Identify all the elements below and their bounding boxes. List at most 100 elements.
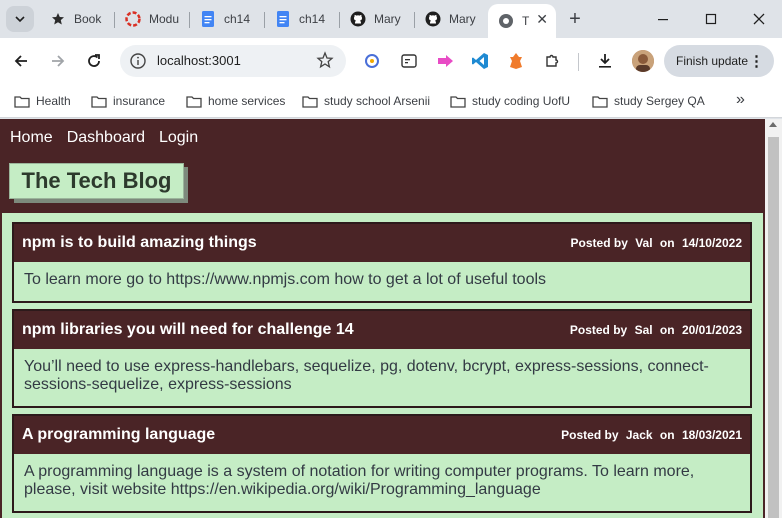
post-title: npm libraries you will need for challeng… [22,321,354,338]
post-date: 20/01/2023 [681,323,742,337]
github-icon [425,11,441,27]
scroll-up-icon[interactable] [769,122,777,127]
browser-window: Book Modu ch14 ch14 Mary Mary T ✕ + loca… [0,0,782,518]
site-brand: The Tech Blog [9,163,184,199]
bookmark-star-icon[interactable] [316,51,334,69]
maximize-icon [705,13,717,25]
tab-label: Mary [449,12,476,26]
tab-label: Modu [149,12,180,26]
downloads-icon[interactable] [594,50,616,72]
finish-update-button[interactable]: Finish update ⋮ [664,45,774,77]
tab-label: ch14 [299,12,326,26]
docs-icon [275,11,291,27]
extension-arrow-icon[interactable] [434,50,456,72]
tab-active[interactable]: T ✕ [488,4,556,38]
back-button[interactable] [8,48,34,74]
post-date: 14/10/2022 [681,236,742,250]
minimize-icon [658,19,668,21]
tab-search-button[interactable] [6,6,34,32]
new-tab-button[interactable]: + [564,8,586,30]
maximize-button[interactable] [688,0,734,38]
close-window-button[interactable] [736,0,782,38]
folder-icon [14,95,30,108]
github-icon [350,11,366,27]
tab-label: ch14 [224,12,251,26]
folder-icon [592,95,608,108]
tab-github-2[interactable]: Mary [415,5,487,33]
finish-update-label: Finish update [676,54,749,68]
scrollbar-thumb[interactable] [768,137,779,518]
post-body: A programming language is a system of no… [24,463,695,498]
site-title: The Tech Blog [21,168,172,193]
reload-icon [88,54,100,67]
tab-strip: Book Modu ch14 ch14 Mary Mary T ✕ + [0,0,782,38]
tab-label: Book [74,12,102,26]
vscode-icon[interactable] [469,50,491,72]
post-card[interactable]: npm is to build amazing things Posted by… [12,222,752,303]
arrow-right-icon [52,55,65,67]
extension-window-icon[interactable] [398,50,420,72]
post-author: Jack [625,428,653,442]
page-scrollbar[interactable] [765,119,782,518]
folder-icon [450,95,466,108]
star-icon [50,11,66,27]
bookmarks-bar: Health insurance home services study sch… [0,84,782,118]
reload-button[interactable] [81,48,107,74]
post-card[interactable]: A programming language Posted by Jack on… [12,414,752,513]
globe-icon [498,13,514,29]
post-header: npm is to build amazing things Posted by… [14,224,750,262]
tab-label: Mary [374,12,401,26]
nav-home-link[interactable]: Home [10,129,53,147]
extensions-puzzle-icon[interactable] [541,50,563,72]
tab-module[interactable]: Modu [115,5,190,33]
profile-avatar[interactable] [632,50,654,72]
bookmark-folder-home-services[interactable]: home services [186,93,285,109]
nav-login-link[interactable]: Login [159,129,198,147]
post-meta: Posted by Val on 14/10/2022 [570,236,742,250]
post-header: npm libraries you will need for challeng… [14,311,750,349]
site-info-icon[interactable] [129,52,147,70]
page-viewport: Home Dashboard Login The Tech Blog npm i… [0,119,765,518]
docs-icon [200,11,216,27]
post-meta: Posted by Sal on 20/01/2023 [569,323,742,337]
post-title: A programming language [22,426,216,443]
arrow-left-icon [14,55,27,67]
bookmarks-overflow-icon[interactable]: » [736,91,745,109]
bookmark-folder-study-coding[interactable]: study coding UofU [450,93,570,109]
posts-container: npm is to build amazing things Posted by… [2,213,763,518]
folder-icon [302,95,318,108]
close-tab-icon[interactable]: ✕ [536,11,548,28]
post-body: To learn more go to https://www.npmjs.co… [24,271,547,288]
kebab-menu-icon[interactable]: ⋮ [749,52,764,70]
extension-fox-icon[interactable] [505,50,527,72]
post-author: Val [635,236,653,250]
chevron-down-icon [15,16,25,23]
tab-doc-2[interactable]: ch14 [265,5,340,33]
minimize-button[interactable] [640,0,686,38]
tab-bookmarks[interactable]: Book [40,5,115,33]
tab-doc-1[interactable]: ch14 [190,5,265,33]
extension-ai-icon[interactable] [361,50,383,72]
post-card[interactable]: npm libraries you will need for challeng… [12,309,752,408]
tab-github-1[interactable]: Mary [340,5,415,33]
close-icon [753,13,765,25]
bookmark-folder-insurance[interactable]: insurance [91,93,165,109]
bookmark-folder-study-school[interactable]: study school Arsenii [302,93,430,109]
address-bar[interactable]: localhost:3001 [120,45,346,77]
post-meta: Posted by Jack on 18/03/2021 [561,428,742,442]
post-title: npm is to build amazing things [22,234,257,251]
browser-toolbar: localhost:3001 Finish update ⋮ [0,38,782,84]
address-url: localhost:3001 [157,53,241,68]
folder-icon [91,95,107,108]
post-date: 18/03/2021 [681,428,742,442]
bookmark-folder-study-qa[interactable]: study Sergey QA [592,93,705,109]
post-author: Sal [634,323,653,337]
folder-icon [186,95,202,108]
nav-dashboard-link[interactable]: Dashboard [67,129,145,147]
module-icon [125,11,141,27]
tab-label: T [522,14,530,28]
forward-button[interactable] [45,48,71,74]
bookmark-folder-health[interactable]: Health [14,93,71,109]
site-nav: Home Dashboard Login [10,129,198,147]
post-body: You’ll need to use express-handlebars, s… [24,358,709,393]
